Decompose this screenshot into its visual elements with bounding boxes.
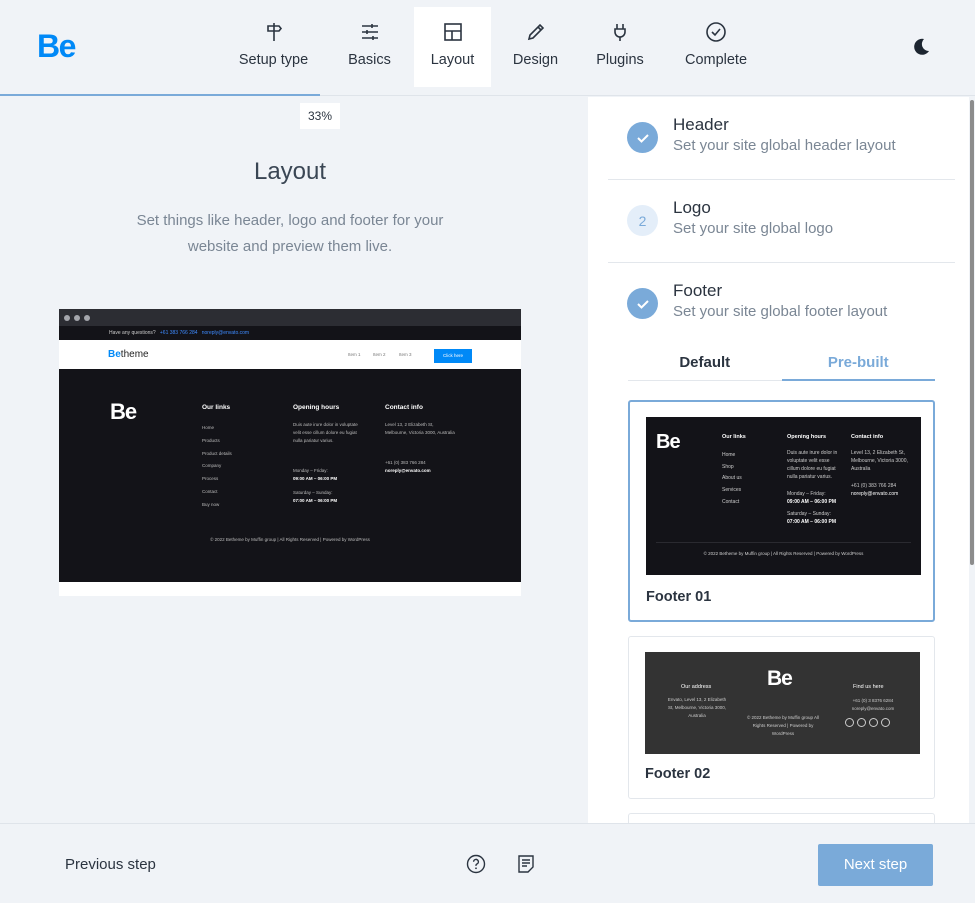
- wizard-steps: Setup type Basics Layout Design Plugins …: [222, 7, 772, 87]
- preview-contact: +61 (0) 383 766 284 noreply@envato.com: [385, 460, 431, 473]
- preview-footer-logo: Be: [110, 399, 137, 424]
- section-subtitle: Set your site global footer layout: [673, 303, 888, 320]
- section-title: Header: [673, 115, 729, 134]
- browser-bar: [59, 309, 521, 326]
- notes-icon[interactable]: [516, 854, 536, 874]
- preview-nav: Betheme Item 1 Item 2 Item 3 Click here: [59, 340, 521, 369]
- preview-nav-item: Item 1: [348, 352, 361, 357]
- tab-prebuilt[interactable]: Pre-built: [781, 347, 935, 381]
- preview-cta-button: Click here: [434, 349, 472, 363]
- plug-icon: [614, 24, 626, 41]
- preview-weekdays: Monday – Friday: 09:00 AM – 06:00 PM: [293, 468, 338, 481]
- check-circle-icon: [706, 22, 726, 42]
- twitter-icon: [857, 718, 866, 727]
- preview-email: noreply@envato.com: [201, 330, 250, 336]
- preview-links-title: Our links: [202, 404, 231, 411]
- footer-card-02[interactable]: Our address Envato, Level 13, 2 Elizabet…: [628, 636, 935, 799]
- bottom-bar: Previous step Next step: [0, 823, 975, 903]
- progress-bar: [0, 94, 320, 96]
- tab-default[interactable]: Default: [628, 347, 782, 381]
- footer-02-thumbnail: Our address Envato, Level 13, 2 Elizabet…: [645, 652, 920, 754]
- section-footer[interactable]: Footer Set your site global footer layou…: [608, 263, 955, 346]
- step-setup-type[interactable]: Setup type: [222, 7, 325, 87]
- window-dot: [84, 315, 90, 321]
- footer-card-03[interactable]: [628, 813, 935, 823]
- preview-contact-title: Contact info: [385, 404, 423, 411]
- step-label: Plugins: [596, 52, 644, 68]
- preview-copyright: © 2022 Betheme by Muffin group | All Rig…: [210, 537, 370, 542]
- step-label: Basics: [348, 52, 391, 68]
- step-design[interactable]: Design: [491, 7, 580, 87]
- section-subtitle: Set your site global header layout: [673, 137, 896, 154]
- preview-nav-item: Item 3: [399, 352, 412, 357]
- linkedin-icon: [869, 718, 878, 727]
- layout-options-panel: Header Set your site global header layou…: [588, 97, 969, 823]
- previous-step-button[interactable]: Previous step: [65, 856, 156, 873]
- moon-icon[interactable]: [910, 35, 932, 57]
- site-preview: Have any questions? +61 383 766 284 nore…: [59, 309, 521, 596]
- preview-hours-text: Duis aute irure dolor in voluptate velit…: [293, 422, 358, 443]
- step-layout[interactable]: Layout: [414, 7, 491, 87]
- step-label: Layout: [430, 52, 475, 68]
- section-logo[interactable]: 2 Logo Set your site global logo: [608, 180, 955, 263]
- section-title: Footer: [673, 281, 723, 300]
- step-label: Complete: [684, 52, 748, 68]
- footer-01-label: Footer 01: [646, 589, 712, 605]
- step-plugins[interactable]: Plugins: [580, 7, 660, 87]
- preview-links-list: Home Products Product details Company Proces…: [202, 425, 232, 507]
- footer-01-thumbnail: Be Our links Home Shop About us Services Con…: [646, 417, 921, 575]
- preview-weekend: Saturday – Sunday: 07:00 AM – 06:00 PM: [293, 490, 338, 503]
- preview-brand: Betheme: [108, 349, 149, 360]
- section-header[interactable]: Header Set your site global header layou…: [608, 97, 955, 180]
- layout-icon: [443, 23, 462, 41]
- help-icon[interactable]: [466, 854, 486, 874]
- preview-phone: +61 383 766 284: [159, 330, 198, 336]
- section-title: Logo: [673, 198, 711, 217]
- step-label: Setup type: [238, 52, 309, 68]
- step-complete[interactable]: Complete: [660, 7, 772, 87]
- facebook-icon: [845, 718, 854, 727]
- preview-address: Level 13, 2 Elizabeth St, Melbourne, Vic…: [385, 422, 455, 435]
- step-number-badge: 2: [627, 205, 658, 236]
- social-icons: [845, 718, 890, 727]
- footer-tabs: Default Pre-built: [628, 347, 935, 381]
- window-dot: [64, 315, 70, 321]
- step-label: Design: [512, 52, 559, 68]
- preview-question: Have any questions?: [109, 330, 156, 336]
- scrollbar-thumb[interactable]: [970, 100, 974, 565]
- page-title: Layout: [253, 158, 327, 185]
- footer-card-01[interactable]: Be Our links Home Shop About us Services Con…: [628, 400, 935, 622]
- signpost-icon: [266, 23, 282, 41]
- preview-footer: Be Our links Home Products Product details…: [59, 369, 521, 582]
- check-icon: [627, 122, 658, 153]
- top-bar: Be Setup type Basics Layout Design Plugi…: [0, 0, 975, 96]
- check-icon: [627, 288, 658, 319]
- progress-percentage: 33%: [300, 103, 340, 129]
- pencil-icon: [527, 23, 544, 41]
- footer-02-logo: Be: [767, 667, 793, 690]
- preview-nav-item: Item 2: [373, 352, 386, 357]
- betheme-logo[interactable]: Be: [37, 28, 76, 65]
- next-step-button[interactable]: Next step: [818, 844, 933, 886]
- page-description: Set things like header, logo and footer …: [136, 212, 444, 255]
- window-dot: [74, 315, 80, 321]
- sliders-icon: [361, 24, 378, 40]
- footer-01-logo: Be: [656, 431, 681, 453]
- step-basics[interactable]: Basics: [325, 7, 414, 87]
- section-subtitle: Set your site global logo: [673, 220, 834, 237]
- footer-02-label: Footer 02: [645, 766, 711, 782]
- preview-hours-title: Opening hours: [293, 404, 340, 411]
- vimeo-icon: [881, 718, 890, 727]
- preview-topline: Have any questions? +61 383 766 284 nore…: [59, 326, 521, 340]
